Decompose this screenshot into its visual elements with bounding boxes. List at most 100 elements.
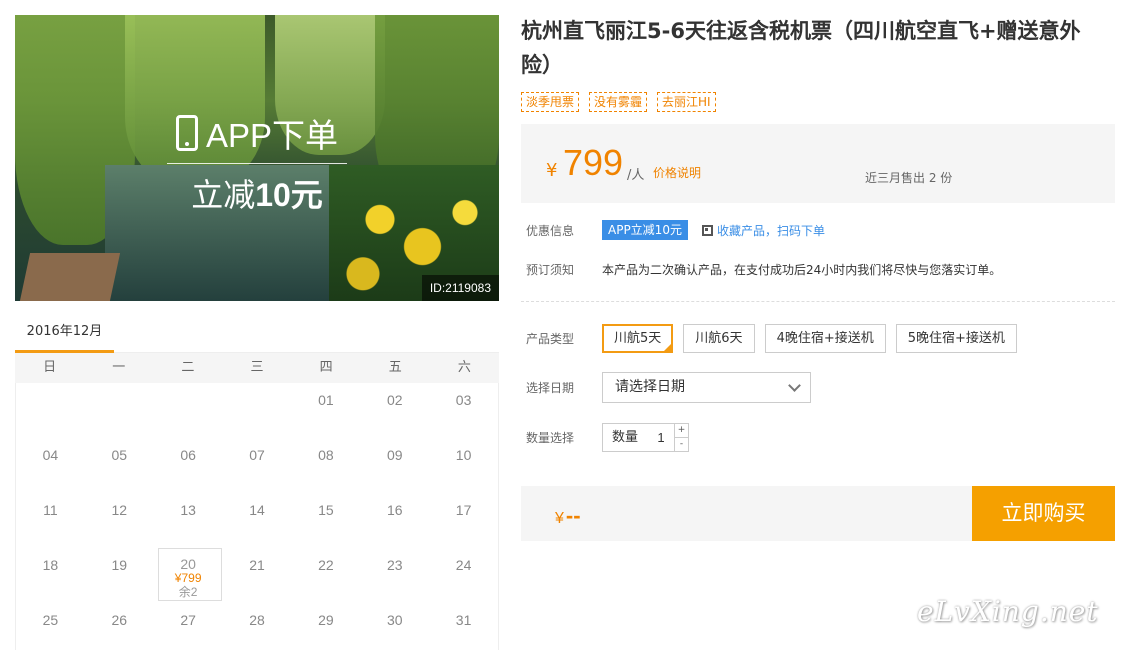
calendar-day: 29 <box>318 612 334 628</box>
available-day-border <box>157 548 222 601</box>
product-type-row: 产品类型 川航5天 川航6天 4晚住宿+接送机 5晚住宿+接送机 <box>526 324 1027 353</box>
type-option[interactable]: 4晚住宿+接送机 <box>764 324 886 353</box>
calendar-day: 07 <box>249 447 265 463</box>
price-calendar: 2016年12月 日 一 二 三 四 五 六 01 02 03 04 05 06… <box>15 315 499 650</box>
calendar-grid: 01 02 03 04 05 06 07 08 09 10 11 12 13 1… <box>15 383 499 650</box>
calendar-day <box>154 383 223 438</box>
chevron-down-icon <box>788 379 801 392</box>
sold-count: 近三月售出 2 份 <box>865 171 953 185</box>
price-currency: ¥ <box>546 160 558 181</box>
date-select-value: 请选择日期 <box>615 379 685 395</box>
calendar-day: 30 <box>386 612 403 628</box>
type-option[interactable]: 5晚住宿+接送机 <box>895 324 1017 353</box>
calendar-week: 04 05 06 07 08 09 10 <box>16 438 498 493</box>
calendar-day <box>16 383 85 438</box>
calendar-day: 13 <box>180 502 196 518</box>
total-amount: -- <box>565 503 581 528</box>
discount-prefix: 立减 <box>191 177 256 213</box>
section-divider <box>521 301 1115 302</box>
weekday-label: 四 <box>319 360 333 375</box>
calendar-day: 04 <box>42 447 59 463</box>
calendar-day: 23 <box>386 557 403 573</box>
calendar-day: 12 <box>111 502 128 518</box>
weekday-label: 二 <box>181 360 195 375</box>
calendar-day: 19 <box>111 557 128 573</box>
quantity-value[interactable]: 1 <box>648 424 674 451</box>
promo-row: 优惠信息 APP立减10元 收藏产品，扫码下单 <box>526 220 825 240</box>
quantity-stepper: 数量 1 + - <box>602 423 689 452</box>
price-explain-link[interactable]: 价格说明 <box>653 164 701 181</box>
calendar-day: 06 <box>180 447 196 463</box>
calendar-day: 09 <box>386 447 403 463</box>
calendar-day: 03 <box>455 392 472 408</box>
site-watermark: eLvXing.net <box>917 595 1099 628</box>
calendar-week: 18 19 20 ¥799 余2 21 22 23 24 <box>16 548 498 603</box>
calendar-day <box>85 383 154 438</box>
price-amount: 799 <box>563 142 624 183</box>
calendar-day: 15 <box>318 502 334 518</box>
app-promo-overlay: APP下单 立减10元 <box>167 111 347 216</box>
calendar-week: 01 02 03 <box>16 383 498 438</box>
calendar-month-tab[interactable]: 2016年12月 <box>15 315 114 353</box>
quantity-inner-label: 数量 <box>612 430 639 445</box>
calendar-day: 22 <box>318 557 334 573</box>
quantity-increment-button[interactable]: + <box>675 424 688 438</box>
weekday-label: 五 <box>388 360 402 375</box>
notice-row: 预订须知 本产品为二次确认产品，在支付成功后24小时内我们将尽快与您落实订单。 <box>526 261 1001 278</box>
calendar-day: 11 <box>43 502 58 518</box>
calendar-day <box>223 383 292 438</box>
calendar-day: 08 <box>318 447 334 463</box>
calendar-day: 31 <box>455 612 472 628</box>
weekday-label: 三 <box>250 360 264 375</box>
calendar-weekday-row: 日 一 二 三 四 五 六 <box>15 353 499 383</box>
calendar-week: 25 26 27 28 29 30 31 <box>16 603 498 650</box>
calendar-day: 18 <box>42 557 59 573</box>
product-id-tag: ID:2119083 <box>421 275 499 301</box>
product-hero-image[interactable]: APP下单 立减10元 ID:2119083 <box>15 15 499 301</box>
qr-link-text: 收藏产品，扫码下单 <box>716 223 825 238</box>
calendar-day: 14 <box>249 502 265 518</box>
scenery-bank <box>19 253 121 301</box>
notice-text: 本产品为二次确认产品，在支付成功后24小时内我们将尽快与您落实订单。 <box>602 263 1002 277</box>
calendar-day: 24 <box>455 557 472 573</box>
qr-code-icon <box>701 224 713 236</box>
quantity-buttons: + - <box>674 424 688 451</box>
calendar-day: 27 <box>180 612 196 628</box>
notice-label: 预订须知 <box>526 263 575 277</box>
quantity-decrement-button[interactable]: - <box>675 438 688 451</box>
calendar-day: 21 <box>249 557 265 573</box>
calendar-day: 25 <box>42 612 59 628</box>
calendar-header: 2016年12月 <box>15 315 499 353</box>
calendar-day-available[interactable]: 20 ¥799 余2 <box>154 548 223 603</box>
calendar-day: 01 <box>318 392 334 408</box>
date-row: 选择日期 请选择日期 <box>526 372 811 403</box>
calendar-day: 16 <box>386 502 403 518</box>
buy-now-button[interactable]: 立即购买 <box>972 486 1115 541</box>
weekday-label: 日 <box>43 360 57 375</box>
qr-order-link[interactable]: 收藏产品，扫码下单 <box>701 222 825 239</box>
calendar-day: 26 <box>111 612 128 628</box>
app-order-text: APP下单 <box>205 117 339 154</box>
product-tag: 去丽江HI <box>657 92 716 112</box>
total-price: ¥-- <box>555 503 581 529</box>
promo-badge: APP立减10元 <box>602 220 688 240</box>
price-unit: /人 <box>627 168 645 183</box>
promo-label: 优惠信息 <box>526 223 575 238</box>
quantity-label: 数量选择 <box>526 431 575 445</box>
overlay-divider <box>167 163 347 164</box>
product-tag: 淡季甩票 <box>521 92 580 112</box>
type-option[interactable]: 川航6天 <box>683 324 755 353</box>
price-panel: ¥ 799 /人 价格说明 近三月售出 2 份 <box>521 124 1115 203</box>
date-select[interactable]: 请选择日期 <box>602 372 811 403</box>
calendar-day: 02 <box>386 392 403 408</box>
product-tag: 没有雾霾 <box>589 92 648 112</box>
calendar-day: 05 <box>111 447 128 463</box>
quantity-row: 数量选择 数量 1 + - <box>526 423 689 452</box>
date-label: 选择日期 <box>526 381 575 395</box>
type-option-selected[interactable]: 川航5天 <box>602 324 674 353</box>
calendar-day: 28 <box>249 612 265 628</box>
product-tags: 淡季甩票 没有雾霾 去丽江HI <box>521 92 716 112</box>
weekday-label: 一 <box>112 360 126 375</box>
total-currency: ¥ <box>555 510 564 527</box>
phone-icon <box>175 115 198 151</box>
